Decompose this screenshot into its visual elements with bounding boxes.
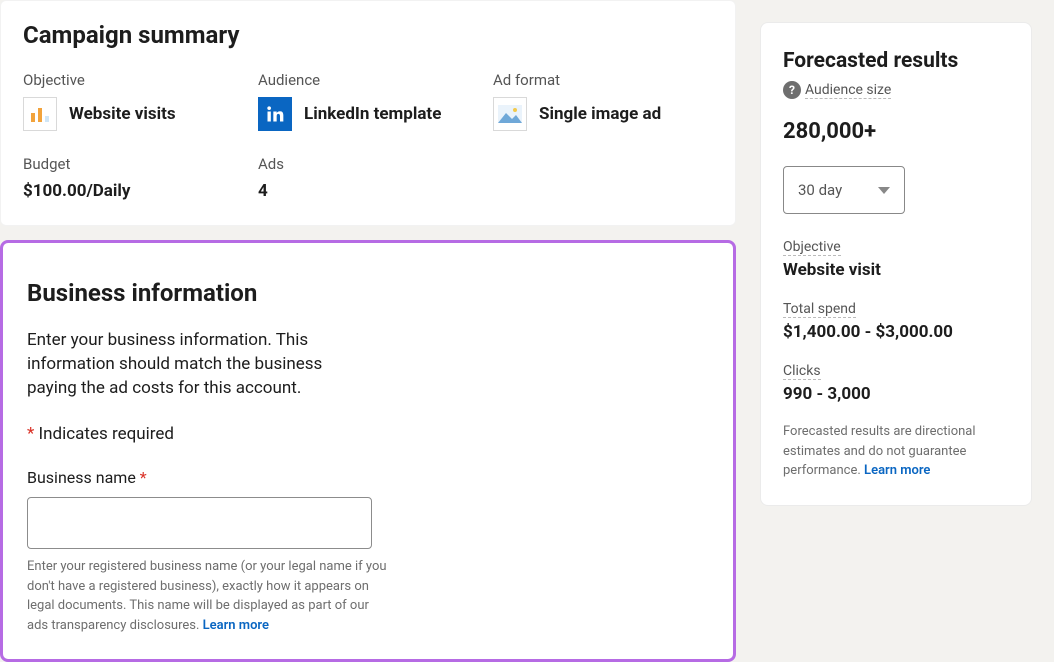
campaign-summary-title: Campaign summary	[23, 21, 713, 49]
business-learn-more-link[interactable]: Learn more	[203, 618, 269, 633]
summary-budget-label: Budget	[23, 155, 258, 173]
forecast-objective: Objective Website visit	[783, 236, 1009, 280]
summary-audience: Audience LinkedIn template	[258, 71, 493, 131]
business-name-input[interactable]	[27, 497, 372, 549]
forecast-disclaimer: Forecasted results are directional estim…	[783, 422, 1009, 481]
summary-ads-label: Ads	[258, 155, 493, 173]
business-name-help: Enter your registered business name (or …	[27, 557, 392, 635]
required-indicator-note: * Indicates required	[27, 424, 709, 444]
forecast-card: Forecasted results ? Audience size 280,0…	[760, 22, 1032, 506]
summary-ads: Ads 4	[258, 155, 493, 201]
required-text: Indicates required	[34, 424, 174, 444]
forecast-objective-label: Objective	[783, 239, 841, 256]
summary-ads-value: 4	[258, 181, 493, 201]
forecast-clicks-value: 990 - 3,000	[783, 384, 1009, 404]
summary-audience-value: LinkedIn template	[304, 104, 441, 124]
business-info-intro: Enter your business information. This in…	[27, 329, 367, 400]
linkedin-icon	[258, 97, 292, 131]
summary-budget: Budget $100.00/Daily	[23, 155, 258, 201]
bar-chart-icon	[23, 97, 57, 131]
forecast-clicks-label: Clicks	[783, 363, 821, 380]
forecast-clicks: Clicks 990 - 3,000	[783, 360, 1009, 404]
forecast-range-selected: 30 day	[798, 181, 842, 199]
forecast-range-dropdown[interactable]: 30 day	[783, 166, 905, 214]
forecast-title: Forecasted results	[783, 49, 1009, 73]
summary-objective-label: Objective	[23, 71, 258, 89]
image-icon	[493, 97, 527, 131]
business-info-card: Business information Enter your business…	[0, 240, 736, 662]
campaign-summary-card: Campaign summary Objective Website visit…	[0, 0, 736, 226]
summary-adformat-label: Ad format	[493, 71, 713, 89]
business-info-title: Business information	[27, 279, 709, 307]
forecast-learn-more-link[interactable]: Learn more	[864, 463, 930, 478]
summary-objective-value: Website visits	[69, 104, 176, 124]
forecast-spend-label: Total spend	[783, 301, 856, 318]
audience-size-label: Audience size	[805, 82, 891, 99]
help-icon[interactable]: ?	[783, 81, 801, 99]
chevron-down-icon	[878, 187, 890, 194]
forecast-spend-value: $1,400.00 - $3,000.00	[783, 322, 1009, 342]
forecast-spend: Total spend $1,400.00 - $3,000.00	[783, 298, 1009, 342]
summary-adformat: Ad format Single image ad	[493, 71, 713, 131]
summary-audience-label: Audience	[258, 71, 493, 89]
summary-objective: Objective Website visits	[23, 71, 258, 131]
forecast-objective-value: Website visit	[783, 260, 1009, 280]
summary-budget-value: $100.00/Daily	[23, 181, 258, 201]
business-name-label: Business name *	[27, 468, 709, 487]
audience-size-value: 280,000+	[783, 119, 1009, 144]
summary-adformat-value: Single image ad	[539, 104, 661, 124]
